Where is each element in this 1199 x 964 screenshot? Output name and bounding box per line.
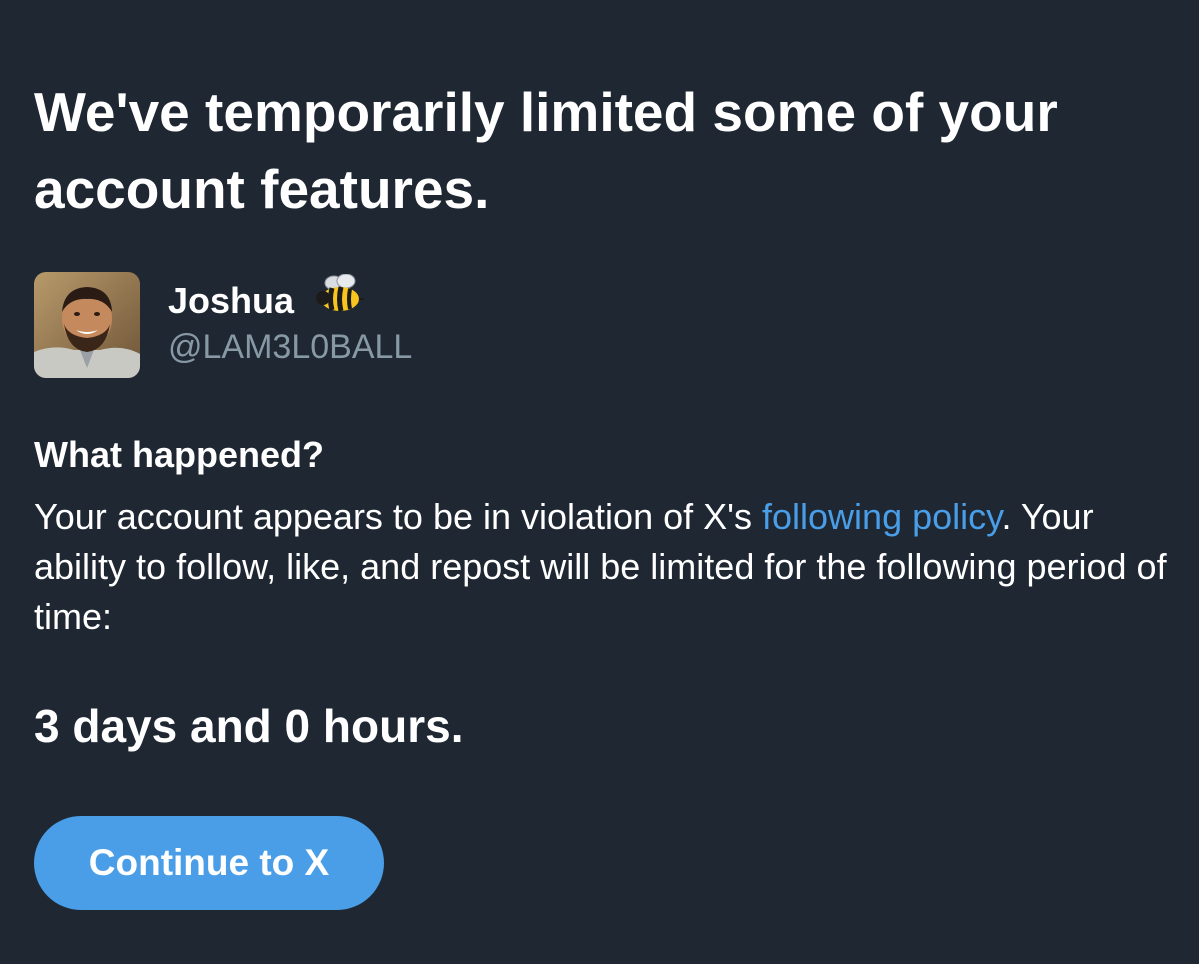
notice-description: Your account appears to be in violation … <box>34 492 1174 642</box>
display-name: Joshua <box>168 273 365 326</box>
following-policy-link[interactable]: following policy <box>762 496 1001 537</box>
section-heading: What happened? <box>34 434 324 475</box>
continue-button[interactable]: Continue to X <box>34 816 384 910</box>
avatar <box>34 272 140 378</box>
page-title: We've temporarily limited some of your a… <box>34 81 1058 220</box>
account-handle: @LAM3L0BALL <box>168 328 413 366</box>
display-name-text: Joshua <box>168 280 295 321</box>
account-profile: Joshua @LAM3L0BALL <box>34 270 634 380</box>
limit-duration: 3 days and 0 hours. <box>34 700 464 752</box>
notice-text-start: Your account appears to be in violation … <box>34 496 763 537</box>
bee-icon <box>314 273 365 324</box>
